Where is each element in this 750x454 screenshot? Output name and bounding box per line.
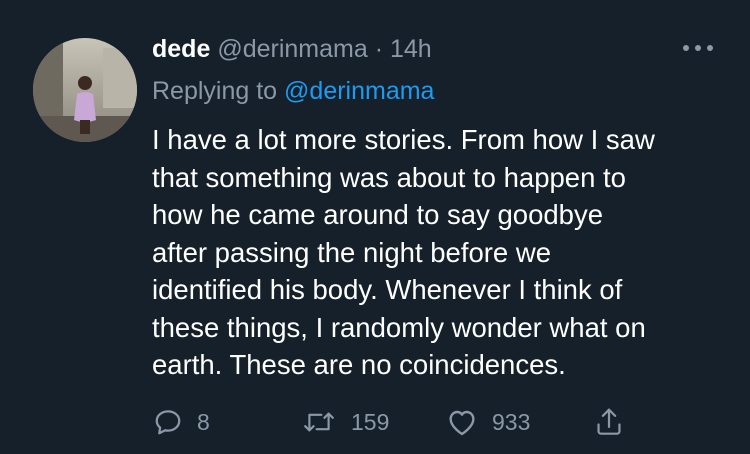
retweet-icon <box>304 412 334 432</box>
replying-to: Replying to @derinmama <box>152 75 434 107</box>
avatar-photo <box>33 38 137 142</box>
share-icon <box>597 408 621 435</box>
timestamp[interactable]: 14h <box>390 35 432 63</box>
separator-dot: · <box>374 35 384 63</box>
avatar[interactable] <box>33 38 137 142</box>
action-bar: 8 159 933 <box>0 400 750 444</box>
author-name[interactable]: dede <box>152 35 210 63</box>
tweet-text-line: after passing the night before we <box>152 236 552 268</box>
tweet-text: I have a lot more stories. From how I sa… <box>152 121 737 384</box>
more-dots-icon <box>683 45 713 51</box>
replying-to-label: Replying to <box>152 77 278 105</box>
tweet-text-line: identified his body. Whenever I think of <box>152 274 623 305</box>
mention-link[interactable]: @derinmama <box>284 77 434 105</box>
tweet-text-line: how he came around to say goodbye <box>152 199 603 230</box>
tweet-text-line: I have a lot more stories. From how I sa… <box>152 124 655 155</box>
more-options-button[interactable] <box>680 38 716 58</box>
retweet-button[interactable]: 159 <box>301 400 389 444</box>
tweet-header: dede @derinmama · 14h <box>152 33 432 65</box>
like-count: 933 <box>492 408 531 435</box>
tweet-text-line: earth. These are no coincidences. <box>152 349 566 380</box>
reply-count: 8 <box>197 408 210 435</box>
tweet-text-line: that something was about to happen to <box>152 161 626 193</box>
heart-icon <box>449 410 475 436</box>
like-button[interactable]: 933 <box>446 400 530 444</box>
retweet-count: 159 <box>351 408 390 435</box>
tweet-text-line: these things, I randomly wonder what on <box>152 311 646 343</box>
reply-bubble-icon <box>155 410 181 435</box>
author-handle[interactable]: @derinmama <box>217 35 367 63</box>
share-button[interactable] <box>594 400 624 444</box>
reply-button[interactable]: 8 <box>153 400 210 444</box>
